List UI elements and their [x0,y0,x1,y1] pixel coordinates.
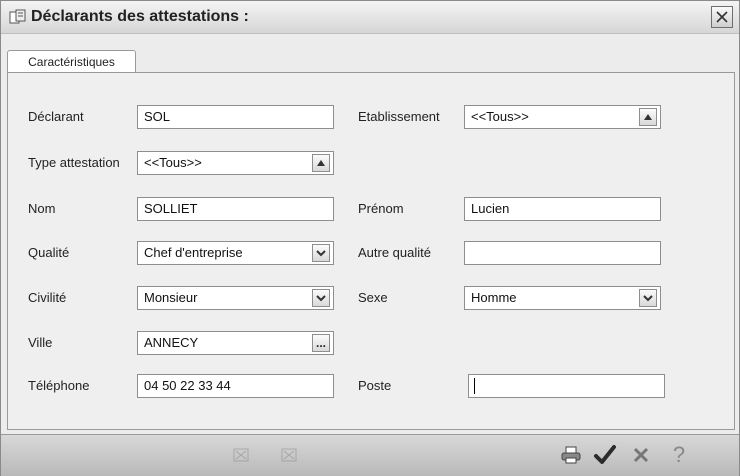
type-attestation-value: <<Tous>> [144,155,202,170]
sexe-value: Homme [471,290,517,305]
nom-field[interactable]: SOLLIET [137,197,334,221]
qualite-dropdown[interactable]: Chef d'entreprise [137,241,334,265]
sexe-dropdown[interactable]: Homme [464,286,661,310]
ville-field[interactable]: ANNECY [137,331,334,355]
sexe-label: Sexe [358,290,388,305]
nav-next-icon[interactable] [277,443,301,467]
title-bar: Déclarants des attestations : [1,1,739,34]
nav-prev-icon[interactable] [229,443,253,467]
poste-label: Poste [358,378,392,393]
poste-field[interactable] [468,374,665,398]
close-button[interactable] [711,6,733,28]
nom-label: Nom [28,201,56,216]
qualite-label: Qualité [28,245,70,260]
triangle-up-icon [644,114,652,120]
prenom-label: Prénom [358,201,404,216]
tab-caracteristiques[interactable]: Caractéristiques [7,50,136,73]
telephone-label: Téléphone [28,378,90,393]
text-cursor [474,378,475,394]
prenom-field[interactable]: Lucien [464,197,661,221]
validate-check-icon[interactable] [591,441,619,469]
declarant-field[interactable]: SOL [137,105,334,129]
qualite-value: Chef d'entreprise [144,245,243,260]
chevron-down-icon [316,249,326,256]
type-attestation-label: Type attestation [28,155,120,170]
chevron-down-icon [316,294,326,301]
autre-qualite-label: Autre qualité [358,245,431,260]
ville-lookup-button[interactable]: ... [312,334,330,352]
triangle-up-icon [317,160,325,166]
dialog-window: Déclarants des attestations : Caractéris… [0,0,740,476]
window-title: Déclarants des attestations : [31,8,249,25]
app-icon [9,9,26,24]
civilite-label: Civilité [28,290,67,305]
civilite-dropdown[interactable]: Monsieur [137,286,334,310]
type-attestation-select[interactable]: <<Tous>> [137,151,334,175]
type-attestation-picker-button[interactable] [312,154,330,172]
help-icon[interactable]: ? [667,441,691,469]
civilite-dropdown-button[interactable] [312,289,330,307]
etablissement-value: <<Tous>> [471,109,529,124]
footer-toolbar: ? [1,434,739,476]
ville-label: Ville [28,335,53,350]
etablissement-picker-button[interactable] [639,108,657,126]
civilite-value: Monsieur [144,290,198,305]
sexe-dropdown-button[interactable] [639,289,657,307]
etablissement-label: Etablissement [358,109,440,124]
close-icon [716,11,728,23]
form-panel: Déclarant SOL Etablissement <<Tous>> Typ… [7,72,735,430]
etablissement-select[interactable]: <<Tous>> [464,105,661,129]
print-icon[interactable] [559,443,583,467]
declarant-label: Déclarant [28,109,84,124]
ville-value: ANNECY [144,335,199,350]
autre-qualite-field[interactable] [464,241,661,265]
qualite-dropdown-button[interactable] [312,244,330,262]
cancel-x-icon[interactable] [629,443,653,467]
telephone-field[interactable]: 04 50 22 33 44 [137,374,334,398]
chevron-down-icon [643,294,653,301]
